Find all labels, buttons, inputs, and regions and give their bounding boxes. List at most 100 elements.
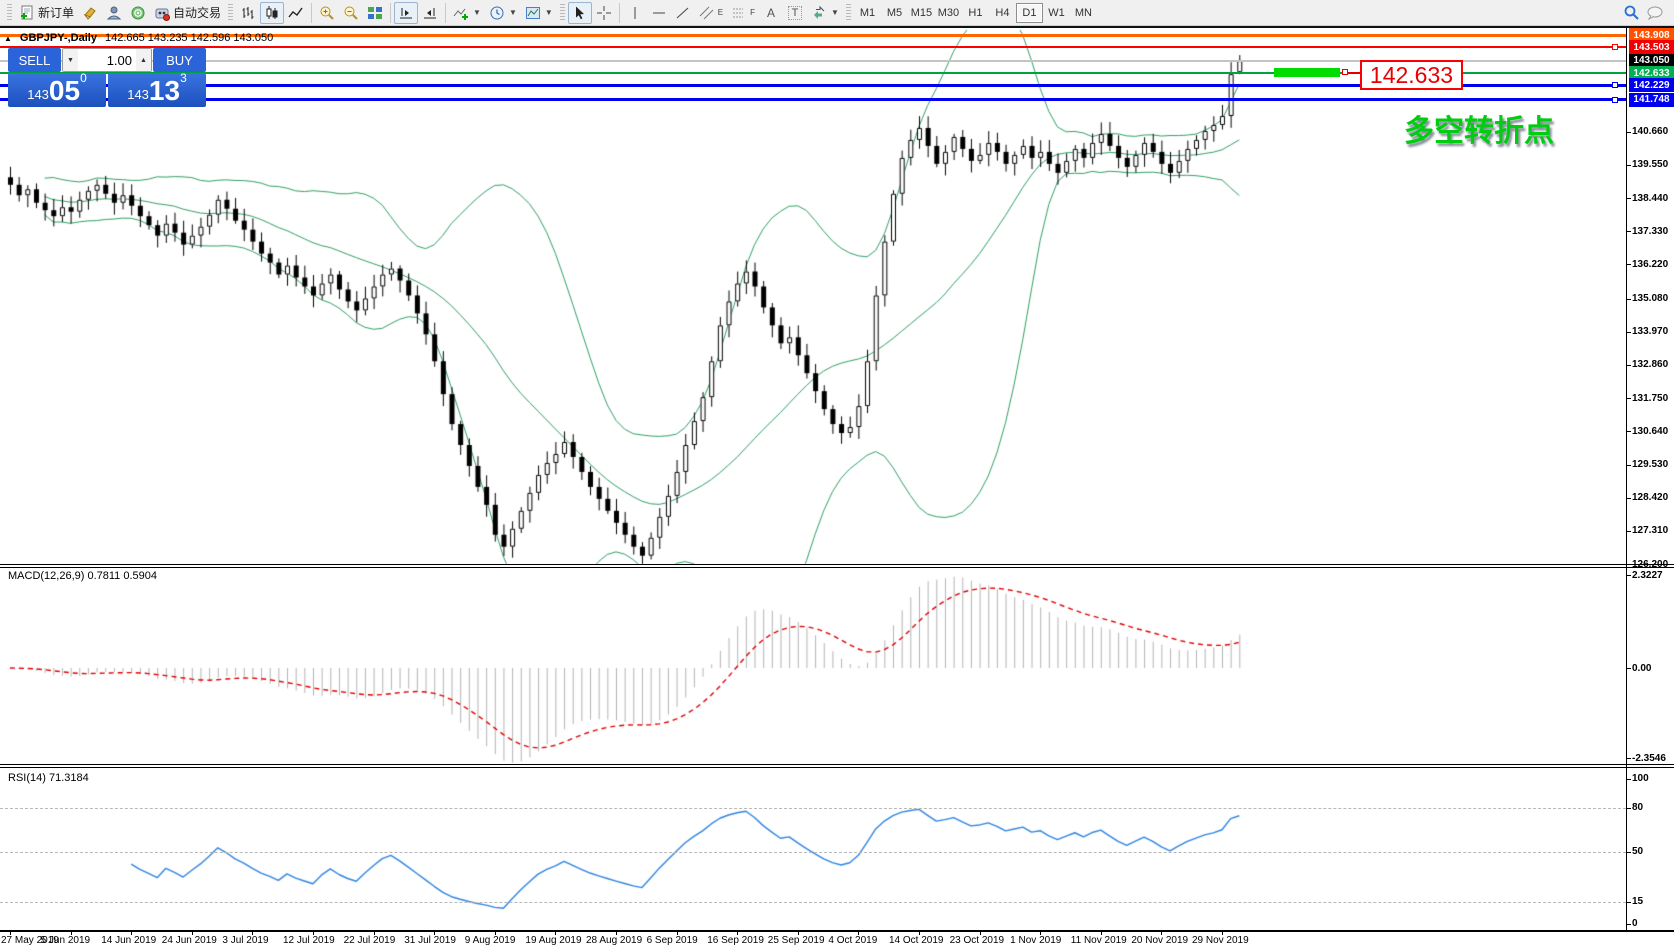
- price-tick-label: 140.660: [1632, 126, 1668, 137]
- crosshair-button[interactable]: [592, 2, 616, 24]
- price-tick-mark: [1626, 564, 1631, 565]
- date-tick-label: 4 Oct 2019: [828, 935, 877, 946]
- chart-shift-button[interactable]: [418, 2, 442, 24]
- buy-price-figure: 143: [127, 85, 149, 105]
- macd-tick-label: -2.3546: [1632, 753, 1666, 764]
- timeframe-mn[interactable]: MN: [1070, 3, 1097, 23]
- zoom-out-button[interactable]: [339, 2, 363, 24]
- vertical-line-tool[interactable]: [623, 2, 647, 24]
- channel-tool[interactable]: E: [695, 2, 727, 24]
- toolbar-grip[interactable]: [7, 4, 12, 22]
- level-handle[interactable]: [1612, 97, 1618, 103]
- timeframe-m5[interactable]: M5: [881, 3, 908, 23]
- price-tick-mark: [1626, 531, 1631, 532]
- price-tick-mark: [1626, 198, 1631, 199]
- timeframe-h1[interactable]: H1: [962, 3, 989, 23]
- rsi-tick-mark: [1626, 808, 1631, 809]
- sell-price[interactable]: 143 05 0: [8, 73, 106, 107]
- timeframe-w1[interactable]: W1: [1043, 3, 1070, 23]
- timeframe-m15[interactable]: M15: [908, 3, 935, 23]
- rsi-tick-label: 50: [1632, 846, 1643, 857]
- bar-chart-button[interactable]: [236, 2, 260, 24]
- trendline-tool[interactable]: [671, 2, 695, 24]
- macd-tick-label: 2.3227: [1632, 570, 1663, 581]
- price-tick-label: 129.530: [1632, 459, 1668, 470]
- styler-button[interactable]: [78, 2, 102, 24]
- autotrading-button[interactable]: 自动交易: [150, 2, 225, 24]
- buy-price[interactable]: 143 13 3: [108, 73, 206, 107]
- timeframe-m30[interactable]: M30: [935, 3, 962, 23]
- collapse-icon[interactable]: ▲: [4, 34, 12, 43]
- candlestick-chart-button[interactable]: [260, 2, 284, 24]
- toolbar-grip[interactable]: [560, 4, 565, 22]
- volume-up-button[interactable]: ▲: [136, 49, 151, 71]
- date-tick-label: 28 Aug 2019: [586, 935, 642, 946]
- zoom-out-icon: [343, 5, 359, 21]
- one-click-trading-panel: SELL ▼ 1.00 ▲ BUY 143 05 0 143 13 3: [8, 48, 206, 107]
- timeframe-m1[interactable]: M1: [854, 3, 881, 23]
- price-tick-label: 137.330: [1632, 226, 1668, 237]
- tile-windows-button[interactable]: [363, 2, 387, 24]
- price-tick-mark: [1626, 231, 1631, 232]
- price-level-line[interactable]: [0, 46, 1626, 48]
- rsi-tick-label: 0: [1632, 918, 1638, 929]
- horizontal-line-tool[interactable]: [647, 2, 671, 24]
- price-tick-mark: [1626, 165, 1631, 166]
- rsi-pane-separator[interactable]: [0, 764, 1674, 765]
- date-tick-label: 14 Jun 2019: [101, 935, 156, 946]
- templates-button[interactable]: ▼: [521, 2, 557, 24]
- date-tick-label: 1 Nov 2019: [1010, 935, 1061, 946]
- price-level-line[interactable]: [0, 98, 1626, 101]
- fibonacci-icon: [731, 5, 747, 21]
- timeframe-d1[interactable]: D1: [1016, 3, 1043, 23]
- signals-button[interactable]: [126, 2, 150, 24]
- highlight-segment[interactable]: [1274, 68, 1340, 77]
- rsi-level-line: [0, 852, 1626, 853]
- level-handle[interactable]: [1612, 44, 1618, 50]
- search-icon[interactable]: [1623, 4, 1640, 21]
- clock-icon: [489, 5, 505, 21]
- sell-button[interactable]: SELL: [8, 48, 61, 72]
- templates-icon: [525, 5, 541, 21]
- volume-down-button[interactable]: ▼: [63, 49, 78, 71]
- toolbar-grip[interactable]: [228, 4, 233, 22]
- chart-canvas[interactable]: [0, 28, 1674, 952]
- price-tick-label: 139.550: [1632, 159, 1668, 170]
- periods-button[interactable]: ▼: [485, 2, 521, 24]
- text-tool[interactable]: A: [759, 2, 783, 24]
- date-tick-label: 24 Jun 2019: [162, 935, 217, 946]
- level-handle[interactable]: [1612, 82, 1618, 88]
- price-tick-mark: [1626, 299, 1631, 300]
- arrows-tool[interactable]: ▼: [807, 2, 843, 24]
- rsi-pane-separator[interactable]: [0, 767, 1674, 768]
- zoom-in-button[interactable]: [315, 2, 339, 24]
- fibonacci-tool[interactable]: F: [727, 2, 759, 24]
- autoscroll-button[interactable]: [394, 2, 418, 24]
- profile-button[interactable]: [102, 2, 126, 24]
- new-order-button[interactable]: 新订单: [15, 2, 78, 24]
- arrows-icon: [811, 5, 827, 21]
- price-tick-mark: [1626, 498, 1631, 499]
- price-callout-box[interactable]: 142.633: [1360, 60, 1463, 90]
- price-tick-label: 126.200: [1632, 559, 1668, 570]
- candlestick-chart-icon: [264, 5, 280, 21]
- macd-pane-separator[interactable]: [0, 564, 1674, 565]
- bar-chart-icon: [240, 5, 256, 21]
- chat-icon[interactable]: [1646, 5, 1664, 21]
- fibonacci-glyph: F: [750, 8, 755, 17]
- indicators-button[interactable]: ▼: [449, 2, 485, 24]
- line-chart-button[interactable]: [284, 2, 308, 24]
- price-tick-label: 133.970: [1632, 326, 1668, 337]
- callout-connector: [1347, 72, 1360, 74]
- cursor-button[interactable]: [568, 2, 592, 24]
- price-axis-tag: 142.229: [1629, 78, 1674, 92]
- price-tick-label: 135.080: [1632, 293, 1668, 304]
- macd-pane-separator[interactable]: [0, 567, 1674, 568]
- rsi-tick-label: 15: [1632, 896, 1643, 907]
- toolbar-grip[interactable]: [846, 4, 851, 22]
- price-axis-tag: 143.503: [1629, 40, 1674, 54]
- turning-point-annotation[interactable]: 多空转折点: [1404, 106, 1554, 150]
- label-tool[interactable]: T: [783, 2, 807, 24]
- timeframe-h4[interactable]: H4: [989, 3, 1016, 23]
- crosshair-icon: [596, 5, 612, 21]
